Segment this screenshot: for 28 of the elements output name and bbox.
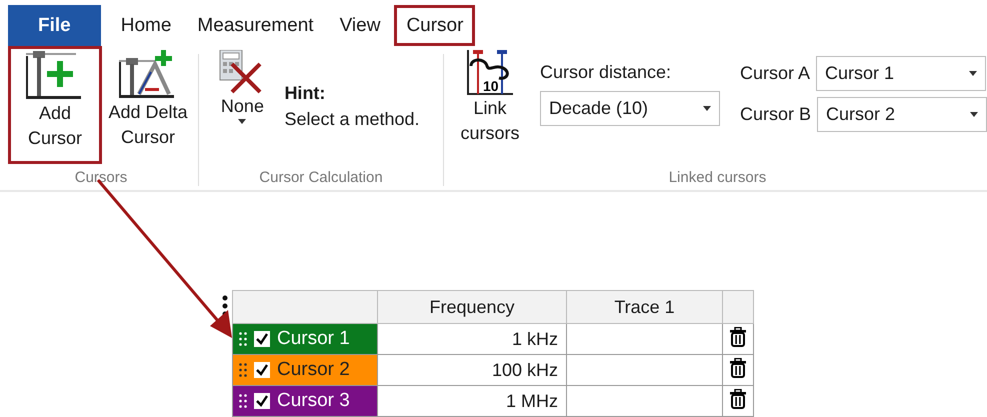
cursor-a-dropdown[interactable]: Cursor 1 [816,56,986,91]
group-label: Linked cursors [668,169,766,188]
cursor-name: Cursor 1 [277,328,350,350]
cursor-name: Cursor 2 [277,359,350,381]
frequency-cell: 1 kHz [378,324,566,354]
column-header: Trace 1 [566,290,722,324]
ribbon-button[interactable]: Add Cursor [8,46,102,164]
cursor-name: Cursor 3 [277,390,350,412]
cursor-distance-label: Cursor distance: [540,62,672,83]
ribbon-tab[interactable]: Cursor [394,5,476,46]
cursor-a-label: Cursor A [740,63,810,84]
ribbon-tab[interactable]: View [328,5,392,46]
frequency-cell: 100 kHz [378,354,566,386]
group-label: Cursor Calculation [259,169,383,188]
ribbon-button[interactable]: Add Delta Cursor [102,46,194,154]
cursor-b-label: Cursor B [740,104,811,125]
method-dropdown-button[interactable]: None [212,46,272,128]
ribbon-tab[interactable]: Home [108,5,184,46]
cursor-b-dropdown[interactable]: Cursor 2 [817,97,987,132]
group-label: Cursors [74,169,128,188]
ribbon-tab[interactable]: File [8,5,101,46]
hint-text: Select a method. [284,108,420,131]
ribbon-tab[interactable]: Measurement [185,5,326,46]
cursor-distance-dropdown[interactable]: Decade (10) [540,91,720,126]
link-cursors-button[interactable]: 10 Link cursors [454,46,526,150]
frequency-cell: 1 MHz [378,386,566,416]
column-header: Frequency [378,290,566,324]
hint-title: Hint: [284,82,326,105]
